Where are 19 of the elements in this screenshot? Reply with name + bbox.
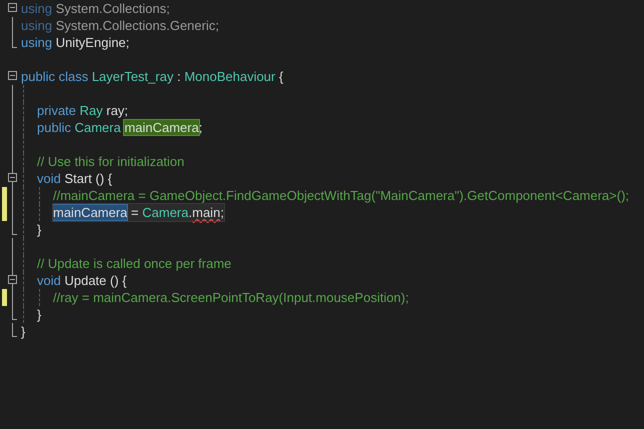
- code-line: public Camera mainCamera;: [37, 119, 202, 136]
- code-line: // Use this for initialization: [37, 153, 184, 170]
- collapse-icon[interactable]: [8, 173, 17, 182]
- collapse-icon[interactable]: [8, 3, 17, 12]
- code-line: void Update () {: [37, 272, 127, 289]
- code-line: }: [37, 306, 42, 323]
- code-line: }: [37, 221, 42, 238]
- code-line: using System.Collections;: [21, 0, 170, 17]
- collapse-icon[interactable]: [8, 71, 17, 80]
- code-line: private Ray ray;: [37, 102, 128, 119]
- code-line: void Start () {: [37, 170, 112, 187]
- code-line: using UnityEngine;: [21, 34, 130, 51]
- code-line: }: [21, 323, 26, 340]
- code-line: // Update is called once per frame: [37, 255, 232, 272]
- code-line: public class LayerTest_ray : MonoBehaviour {: [21, 68, 284, 85]
- code-line: //mainCamera = GameObject.FindGameObjectWithTag("MainCamera").GetComponent<Camera>();: [53, 187, 630, 204]
- collapse-icon[interactable]: [8, 275, 17, 284]
- code-line: using System.Collections.Generic;: [21, 17, 219, 34]
- code-line: //ray = mainCamera.ScreenPointToRay(Input.mousePosition);: [53, 289, 409, 306]
